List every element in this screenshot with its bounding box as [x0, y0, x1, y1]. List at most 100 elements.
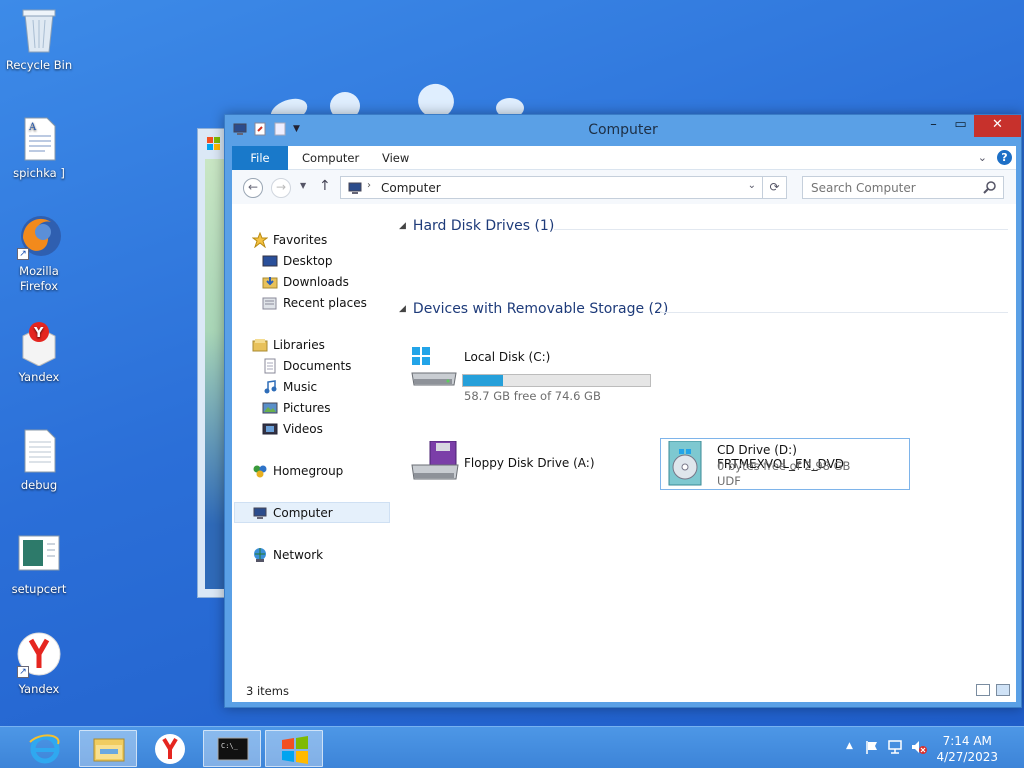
firefox-icon: ↗	[17, 212, 61, 260]
nav-label: Videos	[283, 422, 323, 436]
details-view-icon[interactable]	[976, 684, 990, 696]
item-count: 3 items	[246, 684, 289, 698]
nav-label: Music	[283, 380, 318, 394]
desktop-icon-label: spichka ]	[13, 166, 65, 180]
network-status-icon[interactable]	[887, 739, 903, 758]
desktop-icon-recycle-bin[interactable]: Recycle Bin	[0, 6, 78, 73]
group-header-hard-disk-drives[interactable]: ◢ Hard Disk Drives (1)	[399, 218, 554, 234]
collapse-arrow-icon: ◢	[399, 304, 406, 314]
breadcrumb-location[interactable]: Computer	[381, 181, 441, 195]
music-icon	[262, 379, 278, 395]
maximize-button[interactable]: ▭	[947, 115, 974, 137]
taskbar-command-prompt[interactable]: C:\_	[203, 730, 261, 767]
desktop-icon-setupcert[interactable]: setupcert	[0, 530, 78, 597]
svg-text:Y: Y	[33, 326, 44, 341]
windows-logo-icon	[207, 137, 221, 151]
windows-icon	[282, 736, 308, 764]
desktop-icon-yandex[interactable]: Y Yandex	[0, 318, 78, 385]
libraries-icon	[252, 337, 268, 353]
action-center-flag-icon[interactable]	[864, 739, 880, 758]
search-input[interactable]	[802, 176, 1004, 199]
breadcrumb-chevron-icon[interactable]: ›	[367, 180, 371, 191]
expand-ribbon-icon[interactable]: ⌄	[978, 151, 987, 164]
desktop-icon-label: setupcert	[11, 582, 67, 596]
taskbar-internet-explorer[interactable]	[16, 730, 74, 767]
clock-date: 4/27/2023	[936, 750, 998, 764]
videos-icon	[262, 421, 278, 437]
nav-label: Favorites	[273, 233, 328, 247]
local-disk-name[interactable]: Local Disk (C:)	[464, 350, 550, 364]
up-arrow-icon[interactable]: ↑	[319, 178, 331, 194]
recycle-bin-icon	[17, 6, 61, 54]
navigation-pane: Favorites Desktop Downloads Recent place…	[232, 204, 390, 679]
nav-videos[interactable]: Videos	[262, 419, 323, 439]
local-disk-icon[interactable]	[410, 347, 458, 393]
navigation-bar: ← → ▼ ↑ › Computer ⌄ ⟳	[232, 170, 1016, 204]
downloads-folder-icon	[262, 274, 278, 290]
document-icon: A	[17, 114, 61, 162]
nav-computer[interactable]: Computer	[252, 503, 333, 523]
desktop-icon-firefox[interactable]: ↗ Mozilla Firefox	[0, 212, 78, 294]
desktop-icon-debug[interactable]: debug	[0, 426, 78, 493]
ribbon-controls: ⌄ ?	[978, 150, 1012, 165]
forward-button[interactable]: →	[271, 178, 291, 198]
volume-muted-icon[interactable]	[910, 739, 928, 758]
nav-favorites[interactable]: Favorites	[251, 230, 328, 250]
nav-label: Computer	[273, 506, 333, 520]
main-content: Favorites Desktop Downloads Recent place…	[232, 204, 1016, 702]
tab-computer[interactable]: Computer	[302, 146, 359, 170]
image-file-icon	[17, 530, 61, 578]
back-button[interactable]: ←	[243, 178, 263, 198]
nav-libraries[interactable]: Libraries	[252, 335, 325, 355]
shortcut-arrow-icon: ↗	[17, 666, 29, 678]
clock[interactable]: 7:14 AM 4/27/2023	[936, 733, 998, 765]
nav-homegroup[interactable]: Homegroup	[252, 461, 343, 481]
nav-pictures[interactable]: Pictures	[262, 398, 331, 418]
taskbar-file-explorer[interactable]	[79, 730, 137, 767]
tab-file[interactable]: File	[232, 146, 288, 170]
desktop-icon-yandex-browser[interactable]: ↗ Yandex	[0, 630, 78, 697]
cd-drive-free-space: 0 bytes free of 2.98 GB	[717, 459, 851, 473]
floppy-drive-name[interactable]: Floppy Disk Drive (A:)	[464, 456, 595, 470]
nav-recent-places[interactable]: Recent places	[262, 293, 367, 313]
show-hidden-icons-icon[interactable]: ▲	[846, 741, 853, 751]
taskbar: C:\_ ▲ 7:14 AM 4/27/2023	[0, 726, 1024, 768]
group-header-label: Devices with Removable Storage (2)	[412, 301, 669, 317]
nav-network[interactable]: Network	[252, 545, 323, 565]
nav-documents[interactable]: Documents	[262, 356, 351, 376]
window-controls: – ▭ ✕	[920, 115, 1021, 137]
collapse-arrow-icon: ◢	[399, 221, 406, 231]
desktop-icon-spichka[interactable]: A spichka ]	[0, 114, 78, 181]
address-bar[interactable]: › Computer ⌄	[340, 176, 763, 199]
group-header-removable-storage[interactable]: ◢ Devices with Removable Storage (2)	[399, 301, 668, 317]
explorer-window[interactable]: ▼ Computer – ▭ ✕ File Computer View ⌄ ? …	[224, 114, 1022, 708]
large-icons-view-icon[interactable]	[996, 684, 1010, 696]
minimize-button[interactable]: –	[920, 115, 947, 137]
taskbar-yandex[interactable]	[141, 730, 199, 767]
nav-label: Desktop	[283, 254, 333, 268]
svg-text:C:\_: C:\_	[221, 742, 239, 750]
nav-label: Documents	[283, 359, 352, 373]
homegroup-icon	[252, 463, 268, 479]
help-icon[interactable]: ?	[997, 150, 1012, 165]
floppy-drive-icon[interactable]	[410, 440, 460, 485]
cd-drive-item[interactable]: CD Drive (D:) FRTMEXVOL_EN_DVD 0 bytes f…	[660, 438, 910, 490]
yandex-box-icon: Y	[17, 318, 61, 367]
close-button[interactable]: ✕	[974, 115, 1021, 137]
address-dropdown-icon[interactable]: ⌄	[748, 180, 756, 191]
title-bar[interactable]: ▼ Computer – ▭ ✕	[225, 115, 1021, 145]
nav-label: Network	[273, 548, 324, 562]
nav-music[interactable]: Music	[262, 377, 317, 397]
yandex-icon	[155, 734, 185, 764]
nav-desktop[interactable]: Desktop	[262, 251, 333, 271]
shortcut-arrow-icon: ↗	[17, 248, 29, 260]
network-icon	[252, 547, 268, 563]
nav-label: Homegroup	[273, 464, 344, 478]
taskbar-windows-app[interactable]	[265, 730, 323, 767]
yandex-browser-icon: ↗	[17, 630, 61, 678]
recent-locations-icon[interactable]: ▼	[300, 181, 306, 190]
refresh-button[interactable]: ⟳	[763, 176, 787, 199]
tab-view[interactable]: View	[382, 146, 409, 170]
nav-downloads[interactable]: Downloads	[262, 272, 349, 292]
view-toggle	[976, 684, 1010, 696]
